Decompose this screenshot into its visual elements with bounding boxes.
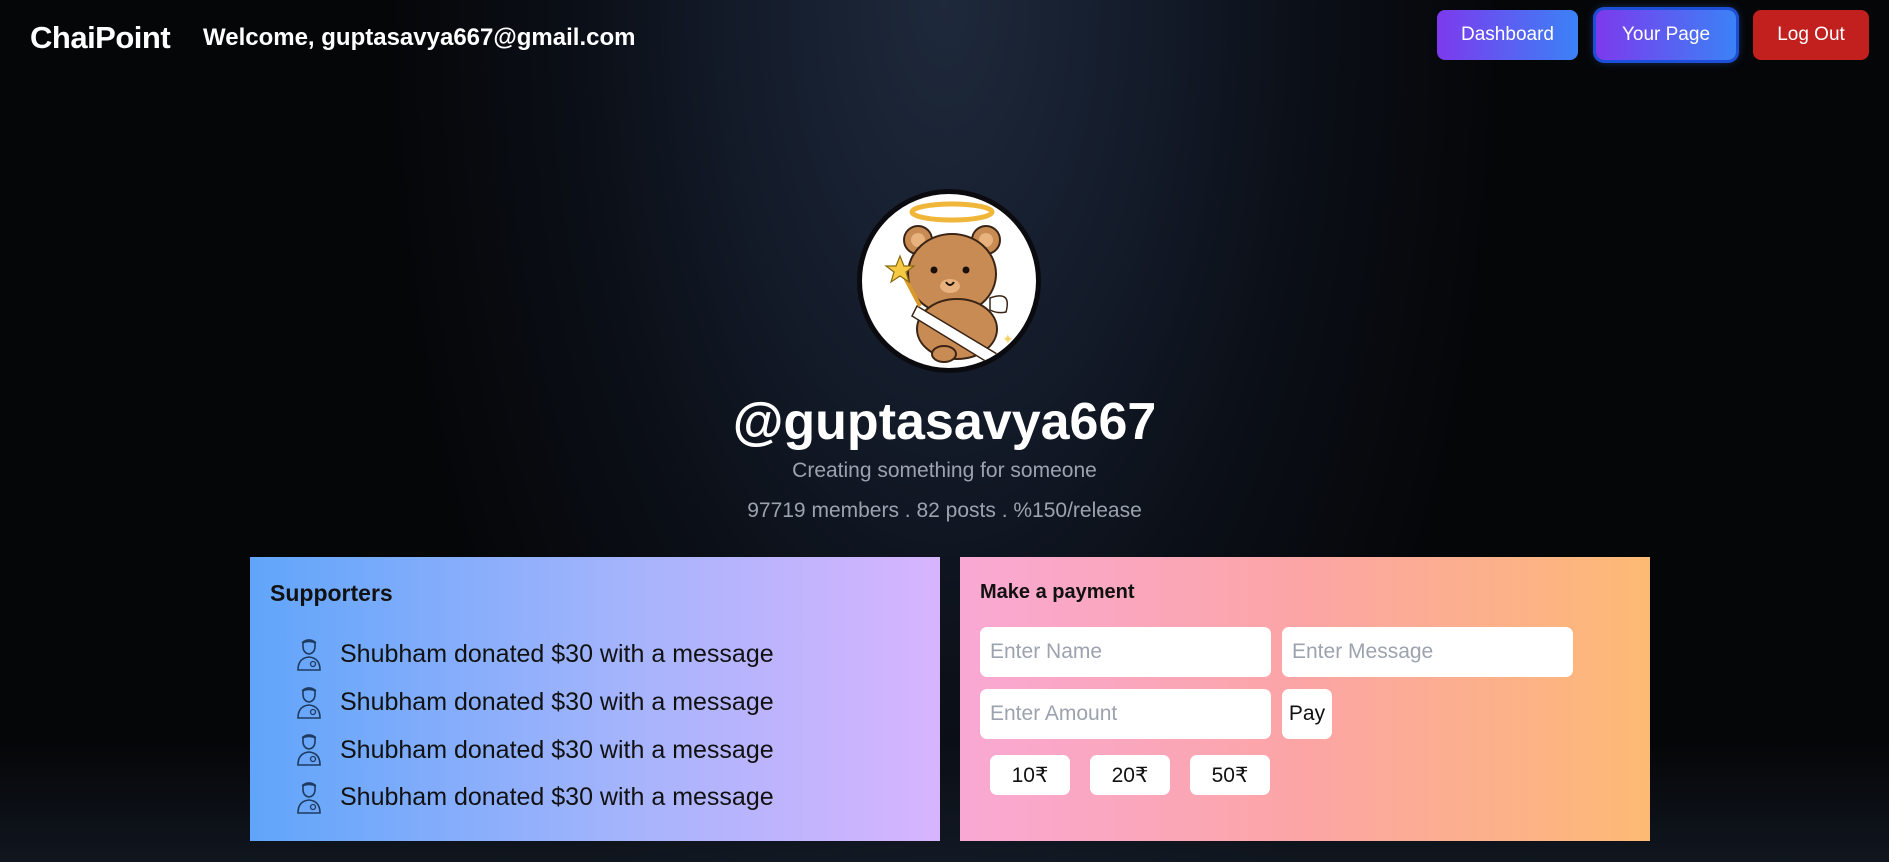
your-page-button[interactable]: Your Page	[1596, 10, 1736, 60]
name-input[interactable]	[980, 627, 1271, 677]
user-icon	[294, 686, 324, 720]
user-icon	[294, 781, 324, 815]
profile-username: @guptasavya667	[732, 393, 1157, 451]
supporter-text: Shubham donated $30 with a message	[340, 735, 774, 764]
message-input[interactable]	[1282, 627, 1573, 677]
angel-bear-avatar-icon: ✦ ✦	[884, 201, 1014, 363]
user-icon	[294, 733, 324, 767]
supporter-text: Shubham donated $30 with a message	[340, 688, 774, 717]
supporter-text: Shubham donated $30 with a message	[340, 640, 774, 669]
list-item: Shubham donated $30 with a message	[294, 726, 774, 774]
supporters-title: Supporters	[270, 580, 393, 606]
log-out-button[interactable]: Log Out	[1753, 10, 1869, 60]
amount-input[interactable]	[980, 689, 1271, 739]
supporter-text: Shubham donated $30 with a message	[340, 783, 774, 812]
list-item: Shubham donated $30 with a message	[294, 679, 774, 727]
profile-stats: 97719 members . 82 posts . %150/release	[747, 499, 1142, 522]
brand-logo[interactable]: ChaiPoint	[30, 20, 171, 56]
amount-chip-20[interactable]: 20₹	[1090, 755, 1170, 795]
amount-chip-50[interactable]: 50₹	[1190, 755, 1270, 795]
profile-tagline: Creating something for someone	[792, 459, 1097, 482]
svg-text:✦: ✦	[1002, 332, 1014, 348]
list-item: Shubham donated $30 with a message	[294, 774, 774, 822]
welcome-text: Welcome, guptasavya667@gmail.com	[203, 24, 636, 51]
list-item: Shubham donated $30 with a message	[294, 631, 774, 679]
payment-panel: Make a payment Pay 10₹ 20₹ 50₹	[960, 557, 1650, 841]
navbar: ChaiPoint Welcome, guptasavya667@gmail.c…	[0, 0, 1889, 78]
supporters-panel: Supporters Shubham donated $30 with a me…	[250, 557, 940, 841]
amount-chip-10[interactable]: 10₹	[990, 755, 1070, 795]
pay-button[interactable]: Pay	[1282, 689, 1332, 739]
profile-avatar: ✦ ✦	[857, 189, 1041, 373]
svg-text:✦: ✦	[992, 352, 1000, 363]
dashboard-button[interactable]: Dashboard	[1437, 10, 1578, 60]
payment-title: Make a payment	[980, 581, 1135, 603]
supporters-list: Shubham donated $30 with a message Shubh…	[294, 631, 774, 822]
user-icon	[294, 638, 324, 672]
